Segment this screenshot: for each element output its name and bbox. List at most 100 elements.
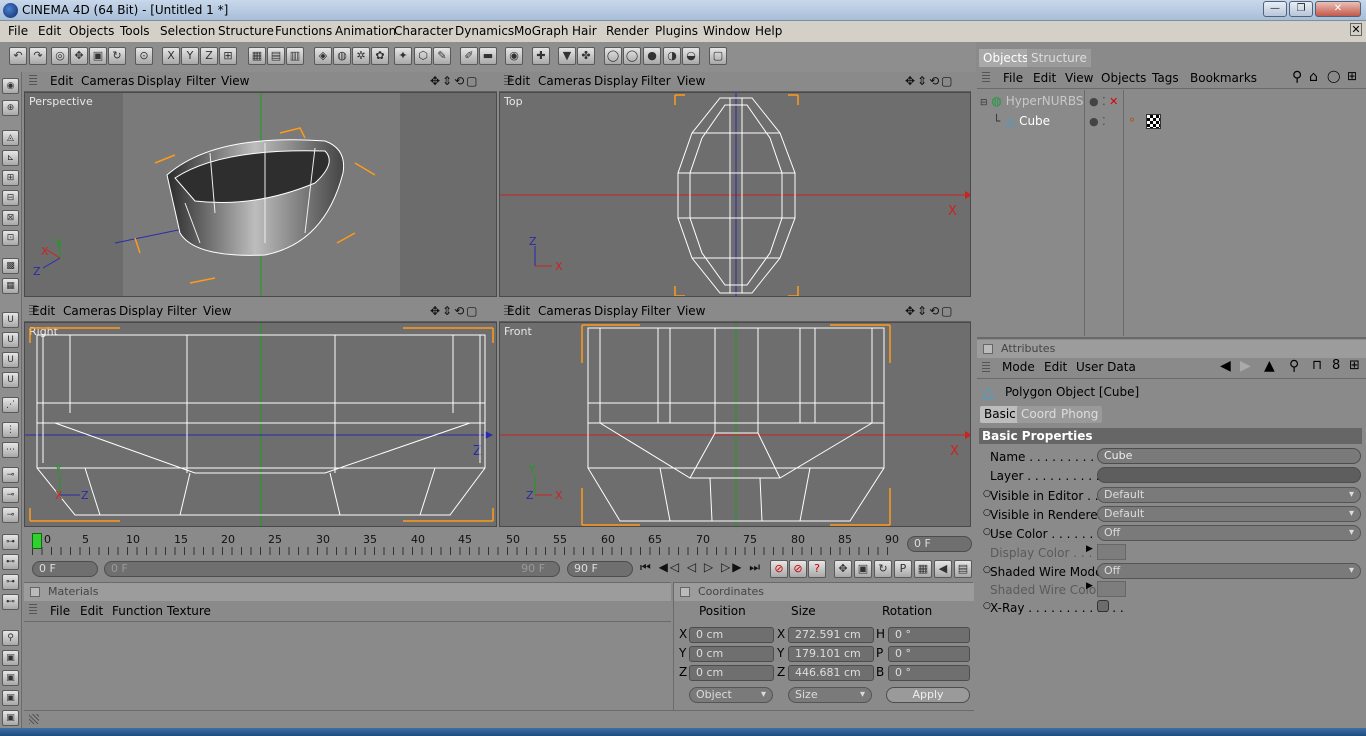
vp-filter[interactable]: Filter	[641, 304, 671, 318]
viewport-nav-icons[interactable]: ✥⇕⟲▢	[430, 74, 480, 88]
vp-cameras[interactable]: Cameras	[81, 74, 134, 88]
menu-structure[interactable]: Structure	[218, 24, 274, 38]
magnet3-icon[interactable]: U	[2, 352, 19, 368]
collapse-icon[interactable]: ⊟	[980, 98, 988, 108]
tab-objects[interactable]: Objects	[979, 49, 1033, 67]
shaded-wire-color-swatch[interactable]	[1097, 581, 1126, 597]
script4-icon[interactable]: ▣	[2, 710, 19, 726]
coord-system-icon[interactable]: ⊞	[219, 47, 237, 65]
points-tool-icon[interactable]: ⊞	[2, 170, 19, 186]
object-tool-icon[interactable]: ◬	[2, 130, 19, 146]
layer-field[interactable]	[1097, 467, 1361, 483]
menu-objects[interactable]: Objects	[69, 24, 114, 38]
menu-character[interactable]: Character	[394, 24, 453, 38]
grid-icon[interactable]: ⋮	[2, 422, 19, 438]
key-selection-icon[interactable]: ?	[808, 560, 826, 578]
lock-icon[interactable]: ⊓	[1312, 358, 1322, 373]
position-y-field[interactable]: 0 cm	[689, 646, 774, 662]
menu-animation[interactable]: Animation	[335, 24, 396, 38]
snap-icon[interactable]: ▦	[2, 278, 19, 294]
magnet4-icon[interactable]: U	[2, 372, 19, 388]
back-arrow-icon[interactable]: ◀	[1220, 358, 1231, 374]
start-frame-field[interactable]: 0 F	[32, 561, 98, 577]
magnet-icon[interactable]: U	[2, 312, 19, 328]
model-tool-icon[interactable]: ⊕	[2, 100, 19, 116]
viewport-nav-icons[interactable]: ✥⇕⟲▢	[905, 304, 955, 318]
materials-menu-texture[interactable]: Texture	[167, 604, 211, 618]
menu-plugins[interactable]: Plugins	[655, 24, 698, 38]
vp-display[interactable]: Display	[594, 304, 638, 318]
deformer-icon[interactable]: ✦	[394, 47, 412, 65]
tab-structure[interactable]: Structure	[1027, 49, 1091, 67]
rotation-b-field[interactable]: 0 °	[888, 665, 970, 681]
close-button[interactable]: ✕	[1315, 1, 1361, 17]
shaded-wire-mode-select[interactable]: Off	[1097, 563, 1361, 579]
light-icon[interactable]: ✐	[460, 47, 478, 65]
vp-display[interactable]: Display	[137, 74, 181, 88]
visibility-dots-icon[interactable]: ● ⁚	[1089, 115, 1106, 128]
lock2-icon[interactable]: ⊸	[2, 487, 19, 503]
vp-filter[interactable]: Filter	[167, 304, 197, 318]
scale-icon[interactable]: ▣	[89, 47, 107, 65]
lock3-icon[interactable]: ⊸	[2, 507, 19, 523]
uv-mode-icon[interactable]: ◑	[663, 47, 681, 65]
last-tool-icon[interactable]: ⊙	[135, 47, 153, 65]
polygons-mode-icon[interactable]: ●	[643, 47, 661, 65]
size-z-field[interactable]: 446.681 cm	[788, 665, 874, 681]
expand-arrow-icon[interactable]: ▶	[1086, 581, 1093, 591]
key-pla-icon[interactable]: ▦	[914, 560, 932, 578]
objects-menu-objects[interactable]: Objects	[1101, 71, 1146, 85]
name-field[interactable]: Cube	[1097, 448, 1361, 464]
panel-checkbox[interactable]	[680, 587, 690, 597]
z-axis-icon[interactable]: Z	[200, 47, 218, 65]
viewport-right[interactable]: Right Z Y Z X	[24, 322, 497, 527]
viewport-front[interactable]: Front X Y X Z	[499, 322, 971, 527]
size-y-field[interactable]: 179.101 cm	[788, 646, 874, 662]
use-color-select[interactable]: Off	[1097, 525, 1361, 541]
timeline[interactable]: 0 5 10 15 20 25 30 35 40 45 50 55 60 65 …	[24, 531, 974, 557]
end-frame-field[interactable]: 90 F	[567, 561, 633, 577]
key-rotation-icon[interactable]: ↻	[874, 560, 892, 578]
menu-tools[interactable]: Tools	[120, 24, 150, 38]
menu-mograph[interactable]: MoGraph	[514, 24, 569, 38]
visible-in-editor-select[interactable]: Default	[1097, 487, 1361, 503]
render-view-icon[interactable]: ▦	[248, 47, 266, 65]
objects-menu-bookmarks[interactable]: Bookmarks	[1190, 71, 1257, 85]
tree-item-cube[interactable]: △ Cube	[1006, 114, 1050, 128]
home-icon[interactable]: ⌂	[1309, 69, 1318, 85]
workplane-icon[interactable]: ⋰	[2, 397, 19, 413]
menu-selection[interactable]: Selection	[160, 24, 215, 38]
redo-icon[interactable]: ↷	[29, 47, 47, 65]
menu-dynamics[interactable]: Dynamics	[455, 24, 514, 38]
camera-icon[interactable]: ✎	[433, 47, 451, 65]
live-select-icon[interactable]: ◎	[51, 47, 69, 65]
display-color-swatch[interactable]	[1097, 544, 1126, 560]
size-x-field[interactable]: 272.591 cm	[788, 627, 874, 643]
objects-menu-edit[interactable]: Edit	[1033, 71, 1056, 85]
scheme-icon[interactable]: ▤	[954, 560, 972, 578]
objects-menu-view[interactable]: View	[1065, 71, 1093, 85]
object-mode-icon[interactable]: ✤	[577, 47, 595, 65]
viewport-top[interactable]: Top X Z X	[499, 92, 971, 297]
magnet2-icon[interactable]: U	[2, 332, 19, 348]
key-scale-icon[interactable]: ▣	[854, 560, 872, 578]
attr-menu-userdata[interactable]: User Data	[1076, 360, 1136, 374]
menu-render[interactable]: Render	[606, 24, 649, 38]
palette-icon[interactable]: ◉	[2, 78, 19, 94]
polygons-tool-icon[interactable]: ⊠	[2, 210, 19, 226]
key-position-icon[interactable]: ✥	[834, 560, 852, 578]
position-z-field[interactable]: 0 cm	[689, 665, 774, 681]
coord-mode-select[interactable]: Object	[689, 687, 773, 703]
sound-icon[interactable]: ◀	[934, 560, 952, 578]
attr-menu-edit[interactable]: Edit	[1044, 360, 1067, 374]
search-icon[interactable]: ⚲	[2, 630, 19, 646]
layout3-icon[interactable]: ⊶	[2, 574, 19, 590]
materials-menu-function[interactable]: Function	[112, 604, 163, 618]
xray-checkbox[interactable]	[1097, 600, 1109, 612]
record-key-icon[interactable]: ⊘	[770, 560, 788, 578]
objects-menu-tags[interactable]: Tags	[1152, 71, 1179, 85]
move-icon[interactable]: ✥	[70, 47, 88, 65]
array-icon[interactable]: ✲	[352, 47, 370, 65]
frame-range-slider[interactable]: 0 F 90 F	[104, 561, 560, 577]
timeline-cursor[interactable]	[32, 533, 42, 549]
